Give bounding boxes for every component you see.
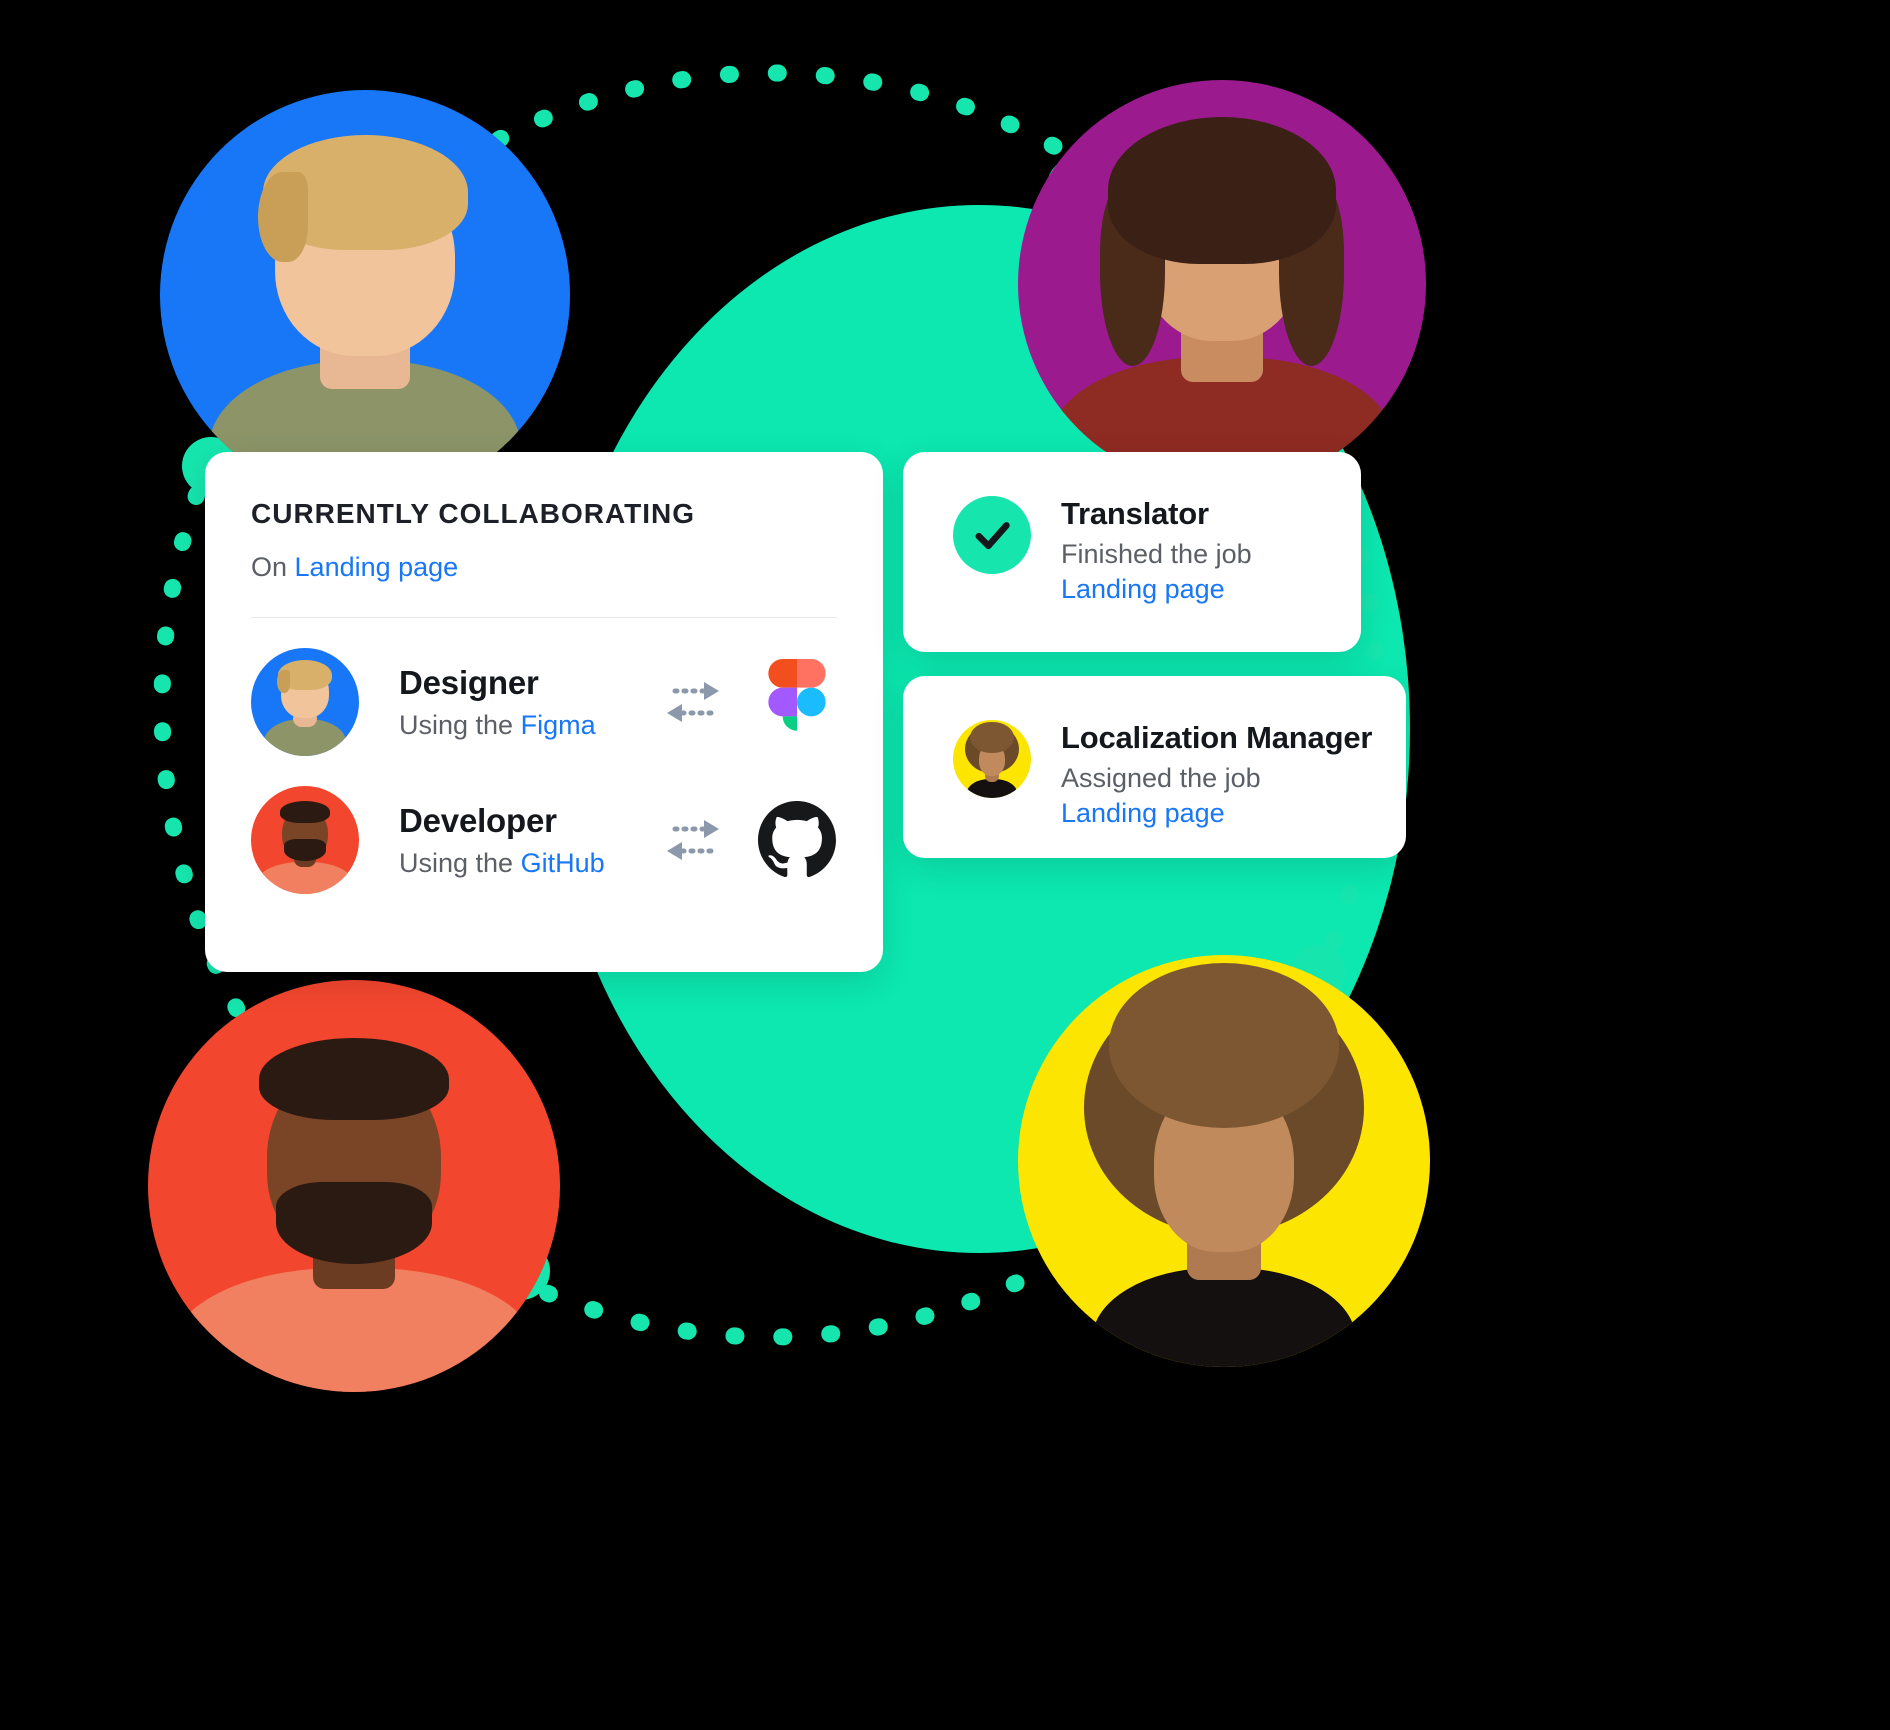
list-item-text: Developer Using the GitHub <box>399 802 663 879</box>
role-name: Developer <box>399 801 557 839</box>
card-text: Translator Finished the job Landing page <box>1061 496 1252 605</box>
card-text: Localization Manager Assigned the job La… <box>1061 720 1372 829</box>
avatar-manager <box>1018 955 1430 1367</box>
status-title: Localization Manager <box>1061 720 1373 755</box>
list-item-text: Designer Using the Figma <box>399 664 663 741</box>
card-content: Translator Finished the job Landing page <box>903 452 1361 605</box>
role-description: Using the GitHub <box>399 848 663 879</box>
github-icon <box>757 800 837 880</box>
avatar-developer <box>148 980 560 1392</box>
translator-status-card: Translator Finished the job Landing page <box>903 452 1361 652</box>
landing-page-link[interactable]: Landing page <box>1061 574 1252 605</box>
divider <box>251 617 837 618</box>
currently-collaborating-card: CURRENTLY COLLABORATING On Landing page … <box>205 452 883 972</box>
sync-arrows-icon <box>663 676 723 728</box>
illustration-stage: CURRENTLY COLLABORATING On Landing page … <box>0 0 1890 1730</box>
card-content: Localization Manager Assigned the job La… <box>903 676 1406 829</box>
card-header: CURRENTLY COLLABORATING On Landing page <box>205 452 883 618</box>
avatar <box>251 786 359 894</box>
sync-arrows-icon <box>663 814 723 866</box>
landing-page-link[interactable]: Landing page <box>1061 798 1372 829</box>
avatar-hair <box>259 1037 449 1121</box>
avatar-translator <box>1018 80 1426 488</box>
figma-icon <box>757 659 837 742</box>
desc-prefix: Using the <box>399 709 521 740</box>
github-link[interactable]: GitHub <box>521 848 605 878</box>
check-circle-icon <box>953 496 1031 574</box>
avatar-hair <box>1107 116 1337 264</box>
list-item[interactable]: Designer Using the Figma <box>205 648 883 756</box>
avatar <box>953 720 1031 798</box>
avatar-body <box>1092 1268 1356 1367</box>
status-text: Assigned the job <box>1061 763 1261 793</box>
role-name: Designer <box>399 663 539 701</box>
page-title: CURRENTLY COLLABORATING <box>251 498 696 529</box>
desc-prefix: Using the <box>399 847 521 878</box>
avatar-hair-top <box>1108 963 1340 1129</box>
list-item[interactable]: Developer Using the GitHub <box>205 786 883 894</box>
status-text: Finished the job <box>1061 539 1252 569</box>
avatar-hair-side <box>258 172 308 263</box>
avatar <box>251 648 359 756</box>
figma-link[interactable]: Figma <box>521 710 596 740</box>
role-description: Using the Figma <box>399 710 663 741</box>
avatar-designer <box>160 90 570 500</box>
status-title: Translator <box>1061 496 1209 531</box>
landing-page-link[interactable]: Landing page <box>295 552 459 582</box>
card-subtitle: On Landing page <box>251 552 837 583</box>
avatar-beard <box>275 1181 433 1265</box>
subtitle-prefix: On <box>251 552 295 582</box>
localization-manager-card: Localization Manager Assigned the job La… <box>903 676 1406 858</box>
